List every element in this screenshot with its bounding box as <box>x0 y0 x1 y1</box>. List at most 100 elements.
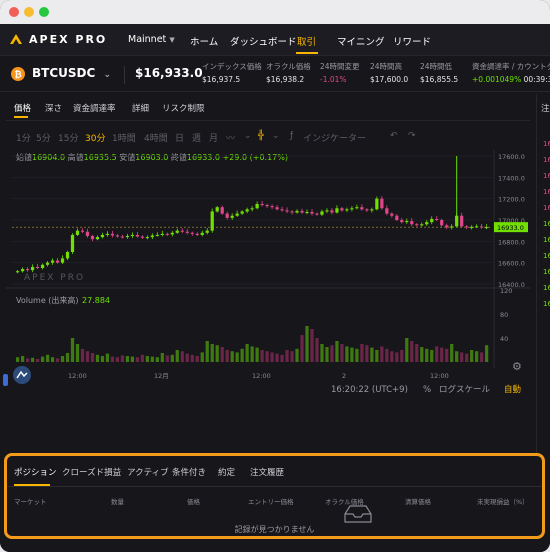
candle[interactable] <box>365 209 369 211</box>
candle[interactable] <box>435 218 439 220</box>
candle[interactable] <box>445 225 449 228</box>
orderbook-tab[interactable]: 注 <box>541 102 550 114</box>
interval-month[interactable]: 月 <box>209 131 218 144</box>
candle[interactable] <box>300 210 304 213</box>
candle[interactable] <box>160 233 164 235</box>
candle[interactable] <box>480 226 484 228</box>
candle[interactable] <box>95 237 100 240</box>
close-window-button[interactable] <box>9 7 19 17</box>
candle[interactable] <box>60 258 65 263</box>
candle[interactable] <box>255 204 259 209</box>
candle[interactable] <box>245 209 249 212</box>
undo-icon[interactable]: ↶ <box>390 131 398 141</box>
candle[interactable] <box>40 264 45 268</box>
candle[interactable] <box>310 212 314 214</box>
candle[interactable] <box>90 236 95 240</box>
settings-icon[interactable]: ⚙ <box>512 360 522 373</box>
candle[interactable] <box>295 210 299 213</box>
candle[interactable] <box>240 211 244 214</box>
candle[interactable] <box>270 206 274 208</box>
line-chart-icon[interactable]: 〰 <box>226 131 235 144</box>
candle[interactable] <box>340 208 344 211</box>
candle[interactable] <box>205 230 209 233</box>
nav-item-trade[interactable]: 取引 <box>297 34 316 48</box>
candle[interactable] <box>410 221 414 225</box>
orderbook-price[interactable]: 16 <box>543 220 550 228</box>
orderbook-price[interactable]: 16 <box>543 188 550 196</box>
candle[interactable] <box>175 230 179 233</box>
candle[interactable] <box>305 212 309 213</box>
candle[interactable] <box>210 211 214 231</box>
candle[interactable] <box>395 215 399 220</box>
candle[interactable] <box>230 215 234 218</box>
interval-5m[interactable]: 5分 <box>36 131 51 144</box>
candle[interactable] <box>195 233 199 235</box>
candle[interactable] <box>215 207 219 212</box>
interval-day[interactable]: 日 <box>175 131 184 144</box>
interval-4h[interactable]: 4時間 <box>144 131 168 144</box>
candle[interactable] <box>185 231 189 233</box>
candle[interactable] <box>100 234 105 238</box>
candle[interactable] <box>150 235 154 238</box>
panel-collapse-handle[interactable] <box>3 374 8 386</box>
candle[interactable] <box>165 233 169 235</box>
candle[interactable] <box>105 233 110 235</box>
candle[interactable] <box>415 224 419 226</box>
candle[interactable] <box>225 213 229 218</box>
candle[interactable] <box>260 204 264 206</box>
interval-15m[interactable]: 15分 <box>58 131 78 144</box>
candle[interactable] <box>16 271 20 273</box>
candle[interactable] <box>170 232 174 235</box>
indicator-button[interactable]: インジケーター <box>303 131 366 144</box>
candle[interactable] <box>115 235 120 237</box>
orderbook-price[interactable]: 16 <box>543 268 550 276</box>
candle[interactable] <box>85 231 90 236</box>
candle[interactable] <box>275 207 279 210</box>
candle[interactable] <box>280 209 284 211</box>
nav-item-dashboard[interactable]: ダッシュボード <box>230 34 297 48</box>
network-selector[interactable]: Mainnet ▼ <box>128 34 175 45</box>
candle[interactable] <box>460 215 464 227</box>
candle[interactable] <box>335 208 339 213</box>
interval-1h[interactable]: 1時間 <box>112 131 136 144</box>
candle[interactable] <box>385 208 389 214</box>
candle[interactable] <box>475 226 479 228</box>
candle[interactable] <box>320 211 324 215</box>
candle[interactable] <box>450 226 454 228</box>
percent-toggle[interactable]: % <box>423 385 431 395</box>
tab-closed-pnl[interactable]: クローズド損益 <box>62 466 121 478</box>
candle[interactable] <box>455 215 459 227</box>
nav-item-mining[interactable]: マイニング <box>337 34 385 48</box>
tab-active-orders[interactable]: アクティブ <box>127 466 169 478</box>
interval-week[interactable]: 週 <box>192 131 201 144</box>
candle[interactable] <box>145 237 149 239</box>
nav-item-rewards[interactable]: リワード <box>393 34 431 48</box>
candle[interactable] <box>120 236 125 238</box>
tab-positions[interactable]: ポジション <box>14 466 57 478</box>
tab-details[interactable]: 詳細 <box>132 102 149 114</box>
candle[interactable] <box>235 213 239 216</box>
candle[interactable] <box>65 252 70 259</box>
auto-scale-toggle[interactable]: 自動 <box>504 384 521 395</box>
candle[interactable] <box>465 226 469 228</box>
chevron-down-icon[interactable]: ⌄ <box>244 131 252 141</box>
tab-order-history[interactable]: 注文履歴 <box>250 466 284 478</box>
orderbook-price[interactable]: 16 <box>543 236 550 244</box>
candle[interactable] <box>30 266 35 271</box>
candle[interactable] <box>220 207 224 214</box>
minimize-window-button[interactable] <box>24 7 34 17</box>
candle[interactable] <box>265 205 269 207</box>
candle[interactable] <box>390 213 394 216</box>
tab-risk-limit[interactable]: リスク制限 <box>162 102 205 114</box>
candle[interactable] <box>375 198 379 210</box>
candle[interactable] <box>325 210 329 212</box>
candlestick-icon[interactable]: ╬ <box>258 131 263 141</box>
candle[interactable] <box>470 226 474 228</box>
indicator-icon[interactable]: ƒ <box>290 131 293 141</box>
candle[interactable] <box>190 232 194 234</box>
candle[interactable] <box>345 209 349 211</box>
candle[interactable] <box>25 269 30 271</box>
candle[interactable] <box>125 236 130 238</box>
candle[interactable] <box>155 234 159 236</box>
candle[interactable] <box>70 234 75 252</box>
